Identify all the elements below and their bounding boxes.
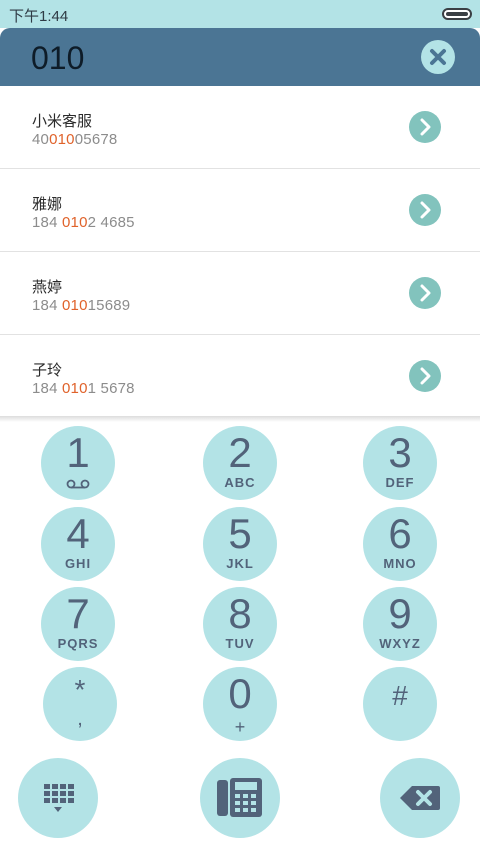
key-3[interactable]: 3 DEF: [363, 426, 437, 500]
call-button[interactable]: [200, 758, 280, 838]
number-match-highlight: 010: [49, 131, 75, 148]
key-2[interactable]: 2 ABC: [203, 426, 277, 500]
contact-details-button[interactable]: [409, 111, 441, 143]
close-icon: [430, 49, 446, 65]
contact-name: 子玲: [32, 362, 63, 379]
status-bar: 下午1:44: [0, 0, 480, 28]
contact-name: 燕婷: [32, 279, 63, 296]
key-9[interactable]: 9 WXYZ: [363, 587, 437, 661]
contact-name: 雅娜: [32, 196, 63, 213]
list-item[interactable]: 雅娜 184 0102 4685: [0, 169, 480, 252]
number-match-highlight: 010: [62, 214, 88, 231]
dialed-number[interactable]: 010: [31, 40, 84, 77]
desk-phone-icon: [217, 778, 262, 817]
key-1[interactable]: 1: [41, 426, 115, 500]
search-results-list: 小米客服 4001005678 雅娜 184 0102 4685 燕婷 184 …: [0, 86, 480, 418]
contact-number: 184 0102 4685: [32, 214, 135, 231]
list-item[interactable]: 子玲 184 0101 5678: [0, 335, 480, 418]
voicemail-icon: [66, 479, 90, 489]
dial-input-bar: 010: [0, 28, 480, 86]
list-item[interactable]: 小米客服 4001005678: [0, 86, 480, 169]
battery-icon: [442, 8, 472, 20]
list-item[interactable]: 燕婷 184 01015689: [0, 252, 480, 335]
key-5[interactable]: 5 JKL: [203, 507, 277, 581]
contact-number: 184 01015689: [32, 297, 131, 314]
status-time: 下午1:44: [9, 8, 69, 25]
number-match-highlight: 010: [62, 297, 88, 314]
backspace-icon: [400, 786, 440, 810]
key-8[interactable]: 8 TUV: [203, 587, 277, 661]
key-4[interactable]: 4 GHI: [41, 507, 115, 581]
contact-name: 小米客服: [32, 113, 93, 130]
keypad-divider: [0, 416, 480, 422]
key-0[interactable]: 0 +: [203, 667, 277, 741]
key-star[interactable]: * ,: [43, 667, 117, 741]
dial-keypad: 1 2 ABC 3 DEF 4 GHI 5 JKL 6 MNO 7 PQRS 8…: [0, 416, 480, 853]
contact-number: 184 0101 5678: [32, 380, 135, 397]
contact-details-button[interactable]: [409, 194, 441, 226]
contact-details-button[interactable]: [409, 277, 441, 309]
chevron-right-icon: [420, 201, 431, 219]
chevron-right-icon: [420, 367, 431, 385]
backspace-button[interactable]: [380, 758, 460, 838]
clear-button[interactable]: [421, 40, 455, 74]
dialpad-toggle-button[interactable]: [18, 758, 98, 838]
number-match-highlight: 010: [62, 380, 88, 397]
contact-details-button[interactable]: [409, 360, 441, 392]
key-hash[interactable]: #: [363, 667, 437, 741]
chevron-right-icon: [420, 118, 431, 136]
dialpad-icon: [44, 784, 74, 812]
chevron-right-icon: [420, 284, 431, 302]
key-6[interactable]: 6 MNO: [363, 507, 437, 581]
contact-number: 4001005678: [32, 131, 118, 148]
key-7[interactable]: 7 PQRS: [41, 587, 115, 661]
